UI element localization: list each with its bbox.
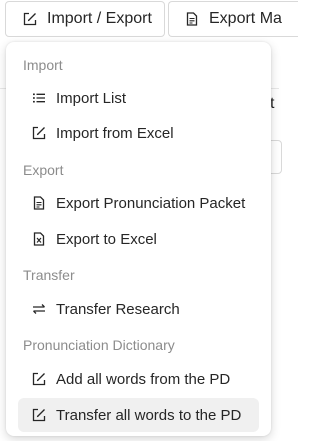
edit-box-icon bbox=[32, 408, 46, 422]
export-button[interactable]: Export Ma bbox=[168, 1, 298, 37]
menu-item-add-all-words-from-pd[interactable]: Add all words from the PD bbox=[18, 362, 259, 396]
toolbar: Import / Export Export Ma bbox=[0, 0, 298, 38]
menu-item-export-to-excel[interactable]: Export to Excel bbox=[18, 222, 259, 256]
document-icon bbox=[185, 12, 199, 26]
menu-item-import-from-excel[interactable]: Import from Excel bbox=[18, 116, 259, 150]
menu-item-label: Transfer all words to the PD bbox=[56, 406, 242, 424]
import-export-dropdown: Import Import List Import from Excel Exp… bbox=[6, 42, 271, 436]
menu-item-label: Export Pronunciation Packet bbox=[56, 194, 246, 212]
group-label-transfer: Transfer bbox=[23, 267, 75, 283]
export-label: Export Ma bbox=[209, 10, 282, 27]
edit-box-icon bbox=[32, 126, 46, 140]
menu-item-import-list[interactable]: Import List bbox=[18, 81, 259, 115]
group-label-import: Import bbox=[23, 57, 63, 73]
edit-box-icon bbox=[32, 372, 46, 386]
menu-item-label: Export to Excel bbox=[56, 230, 157, 248]
edit-box-icon bbox=[23, 12, 37, 26]
import-export-label: Import / Export bbox=[47, 10, 152, 27]
menu-item-label: Transfer Research bbox=[56, 300, 180, 318]
group-label-export: Export bbox=[23, 162, 64, 178]
menu-item-label: Add all words from the PD bbox=[56, 370, 231, 388]
swap-arrows-icon bbox=[32, 302, 46, 316]
menu-item-label: Import List bbox=[56, 89, 127, 107]
list-icon bbox=[32, 91, 46, 105]
excel-file-icon bbox=[32, 232, 46, 246]
menu-item-export-pronunciation-packet[interactable]: Export Pronunciation Packet bbox=[18, 186, 259, 220]
menu-item-transfer-all-words-to-pd[interactable]: Transfer all words to the PD bbox=[18, 398, 259, 432]
import-export-button[interactable]: Import / Export bbox=[5, 1, 165, 37]
menu-item-transfer-research[interactable]: Transfer Research bbox=[18, 292, 259, 326]
document-icon bbox=[32, 196, 46, 210]
menu-item-label: Import from Excel bbox=[56, 124, 174, 142]
group-label-pronunciation-dictionary: Pronunciation Dictionary bbox=[23, 337, 175, 353]
